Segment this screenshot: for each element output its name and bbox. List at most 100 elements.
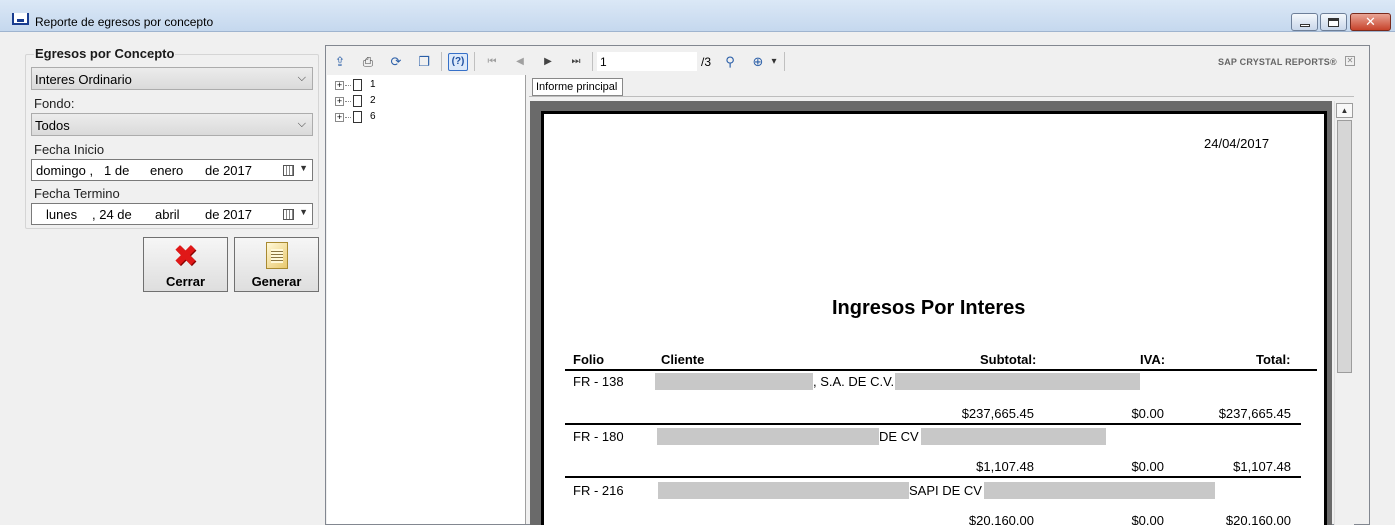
scroll-thumb[interactable] [1337,120,1352,373]
last-page-icon[interactable]: ⏭ [568,54,584,70]
cerrar-button[interactable]: ✖ Cerrar [143,237,228,292]
expand-icon[interactable]: + [335,97,344,106]
refresh-icon[interactable]: ⟳ [388,54,404,70]
page-number-input[interactable] [597,52,697,71]
page-icon [353,79,362,91]
window-title: Reporte de egresos por concepto [35,15,214,29]
zoom-dropdown-icon[interactable]: ▾ [766,54,782,70]
fecha-termino-month[interactable]: abril [155,207,180,222]
report-date: 24/04/2017 [1204,136,1270,151]
maximize-button[interactable] [1320,13,1347,31]
row-cliente: , S.A. DE C.V. [813,374,895,389]
report-title: Ingresos Por Interes [832,297,1026,319]
row-iva: $0.00 [1131,459,1164,474]
calendar-icon[interactable] [283,209,294,220]
redacted-block [657,428,879,445]
close-icon: ✕ [1365,14,1376,29]
filter-group-title: Egresos por Concepto [34,46,176,61]
fecha-inicio-day[interactable]: 1 de [104,163,129,178]
crystal-reports-brand: SAP CRYSTAL REPORTS® [1218,57,1337,67]
expand-icon[interactable]: + [335,113,344,122]
previous-page-icon[interactable]: ◀ [512,54,528,70]
fondo-value: Todos [35,118,70,133]
print-icon[interactable]: ⎙ [360,54,376,70]
fecha-termino-picker[interactable]: lunes , 24 de abril de 2017 ▼ [31,203,313,225]
minimize-icon [1299,23,1310,27]
find-icon[interactable]: ⚲ [722,54,738,70]
generar-label: Generar [251,274,302,289]
help-icon[interactable]: (?) [448,53,468,71]
calendar-icon[interactable] [283,165,294,176]
cerrar-label: Cerrar [165,274,206,289]
concepto-select[interactable]: Interes Ordinario ⌵ [31,67,313,90]
page-icon [353,95,362,107]
generar-button[interactable]: Generar [234,237,319,292]
fecha-inicio-label: Fecha Inicio [34,142,105,157]
redacted-block [655,373,813,390]
close-window-button[interactable]: ✕ [1350,13,1391,31]
title-bar: Reporte de egresos por concepto ✕ [0,0,1395,32]
row-subtotal: $1,107.48 [976,459,1034,474]
row-total: $1,107.48 [1233,459,1291,474]
viewer-toolbar: ⇪ ⎙ ⟳ ❐ (?) ⏮ ◀ ▶ ⏭ /3 ⚲ ⊕ ▾ SAP CRYSTAL… [326,46,1369,75]
zoom-icon[interactable]: ⊕ [750,54,766,70]
app-icon [12,13,29,25]
fecha-inicio-year[interactable]: de 2017 [205,163,252,178]
document-icon [265,242,288,269]
fecha-inicio-month[interactable]: enero [150,163,183,178]
row-folio: FR - 180 [573,429,624,444]
tree-item-label: 2 [370,95,376,106]
tree-item-label: 1 [370,79,376,90]
row-total: $237,665.45 [1218,406,1291,421]
redacted-block [658,482,909,499]
red-x-icon: ✖ [172,240,199,273]
chevron-down-icon[interactable]: ▼ [299,163,308,173]
fecha-inicio-picker[interactable]: domingo , 1 de enero de 2017 ▼ [31,159,313,181]
fecha-termino-day[interactable]: , 24 de [92,207,132,222]
row-iva: $0.00 [1131,513,1164,525]
report-page: 24/04/2017 Ingresos Por Interes Folio Cl… [541,111,1327,525]
first-page-icon[interactable]: ⏮ [484,54,500,70]
header-total: Total: [1256,352,1291,367]
row-iva: $0.00 [1131,406,1164,421]
row-folio: FR - 216 [573,483,624,498]
next-page-icon[interactable]: ▶ [540,54,556,70]
chevron-down-icon: ⌵ [297,72,306,84]
redacted-block [984,482,1215,499]
row-subtotal: $237,665.45 [961,406,1034,421]
fecha-termino-label: Fecha Termino [34,186,120,201]
minimize-button[interactable] [1291,13,1318,31]
tab-informe-principal[interactable]: Informe principal [532,78,623,96]
fecha-termino-weekday[interactable]: lunes [46,207,77,222]
row-subtotal: $20,160.00 [968,513,1034,525]
copy-icon[interactable]: ❐ [416,54,432,70]
header-folio: Folio [573,352,605,367]
fecha-termino-year[interactable]: de 2017 [205,207,252,222]
fondo-label: Fondo: [34,96,75,111]
expand-icon[interactable]: + [335,81,344,90]
redacted-block [921,428,1106,445]
report-viewer: ⇪ ⎙ ⟳ ❐ (?) ⏮ ◀ ▶ ⏭ /3 ⚲ ⊕ ▾ SAP CRYSTAL… [325,45,1370,525]
concepto-value: Interes Ordinario [35,72,132,87]
export-icon[interactable]: ⇪ [332,54,348,70]
page-total: /3 [701,55,712,69]
fondo-select[interactable]: Todos ⌵ [31,113,313,136]
redacted-block [895,373,1140,390]
close-icon[interactable]: ✕ [1345,56,1355,66]
row-folio: FR - 138 [573,374,624,389]
header-subtotal: Subtotal: [980,352,1037,367]
chevron-down-icon: ⌵ [297,118,306,130]
group-tree: + 1 + 2 + 6 [327,75,526,524]
maximize-icon [1328,17,1339,27]
vertical-scrollbar[interactable]: ▲ [1334,101,1354,525]
chevron-down-icon[interactable]: ▼ [299,207,308,217]
page-icon [353,111,362,123]
tree-item-label: 6 [370,111,376,122]
fecha-inicio-weekday[interactable]: domingo , [36,163,93,178]
scroll-up-icon[interactable]: ▲ [1336,103,1353,118]
header-iva: IVA: [1140,352,1166,367]
row-cliente: SAPI DE CV [909,483,982,498]
header-cliente: Cliente [661,352,705,367]
row-total: $20,160.00 [1225,513,1291,525]
row-cliente: DE CV I [879,429,926,444]
